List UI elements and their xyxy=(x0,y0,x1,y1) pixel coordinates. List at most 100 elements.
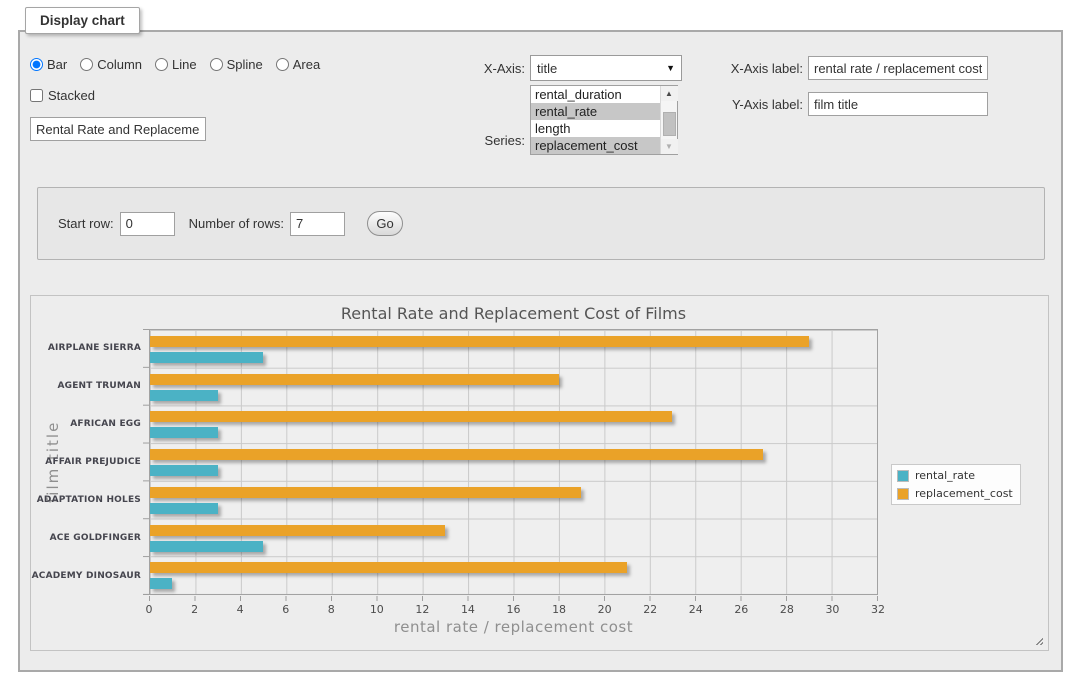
series-options: rental_durationrental_ratelengthreplacem… xyxy=(531,86,660,154)
number-of-rows-label: Number of rows: xyxy=(189,216,284,231)
x-tick-label: 12 xyxy=(415,603,429,616)
chart-type-label: Line xyxy=(172,57,197,72)
x-axis-label-field-label: X-Axis label: xyxy=(690,61,803,76)
legend-label: replacement_cost xyxy=(915,487,1013,500)
series-option-length[interactable]: length xyxy=(531,120,660,137)
plot-row xyxy=(150,368,877,406)
chart-type-label: Column xyxy=(97,57,142,72)
category-label: AGENT TRUMAN xyxy=(39,367,141,405)
chart-type-radio-group: Bar Column Line Spline Area xyxy=(30,57,329,72)
plot-row xyxy=(150,556,877,594)
fieldset-legend-text: Display chart xyxy=(40,13,125,28)
chart-type-radio-line[interactable] xyxy=(155,58,168,71)
go-button[interactable]: Go xyxy=(367,211,403,236)
x-tick-label: 16 xyxy=(507,603,521,616)
bar-rental_rate xyxy=(150,390,218,401)
plot-row xyxy=(150,481,877,519)
x-axis-label-input[interactable] xyxy=(808,56,988,80)
scroll-up-icon[interactable]: ▲ xyxy=(661,86,678,101)
chart-type-option-column[interactable]: Column xyxy=(80,57,142,72)
series-scrollbar[interactable]: ▲ ▼ xyxy=(660,86,677,154)
y-axis-label-input[interactable] xyxy=(808,92,988,116)
series-option-rental_rate[interactable]: rental_rate xyxy=(531,103,660,120)
chart-title-input[interactable] xyxy=(30,117,206,141)
chart-type-radio-bar[interactable] xyxy=(30,58,43,71)
x-axis-ticks xyxy=(149,596,878,601)
bar-rental_rate xyxy=(150,503,218,514)
bar-replacement_cost xyxy=(150,411,672,422)
legend-label: rental_rate xyxy=(915,469,975,482)
bar-replacement_cost xyxy=(150,336,809,347)
scrollbar-thumb[interactable] xyxy=(663,112,676,136)
x-tick-label: 32 xyxy=(871,603,885,616)
legend-swatch-icon xyxy=(897,470,909,482)
x-tick-label: 26 xyxy=(734,603,748,616)
x-tick-label: 22 xyxy=(643,603,657,616)
x-tick-label: 28 xyxy=(780,603,794,616)
chart-type-radio-spline[interactable] xyxy=(210,58,223,71)
dropdown-arrow-icon: ▼ xyxy=(666,63,675,73)
x-tick-label: 10 xyxy=(370,603,384,616)
bar-replacement_cost xyxy=(150,374,559,385)
x-tick-label: 14 xyxy=(461,603,475,616)
bar-rental_rate xyxy=(150,541,263,552)
chart-type-radio-column[interactable] xyxy=(80,58,93,71)
category-label: AFRICAN EGG xyxy=(39,405,141,443)
x-tick-label: 18 xyxy=(552,603,566,616)
bar-replacement_cost xyxy=(150,562,627,573)
category-label: AFFAIR PREJUDICE xyxy=(39,443,141,481)
scroll-down-icon[interactable]: ▼ xyxy=(661,139,678,154)
plot-row xyxy=(150,405,877,443)
series-field-label: Series: xyxy=(425,133,525,148)
x-tick-label: 20 xyxy=(598,603,612,616)
chart-type-option-line[interactable]: Line xyxy=(155,57,197,72)
plot-row xyxy=(150,519,877,557)
chart-type-radio-area[interactable] xyxy=(276,58,289,71)
category-label: ACE GOLDFINGER xyxy=(39,519,141,557)
legend-swatch-icon xyxy=(897,488,909,500)
bar-rental_rate xyxy=(150,352,263,363)
start-row-input[interactable] xyxy=(120,212,175,236)
x-tick-label: 4 xyxy=(237,603,244,616)
bar-replacement_cost xyxy=(150,449,763,460)
chart-type-option-area[interactable]: Area xyxy=(276,57,320,72)
category-label: AIRPLANE SIERRA xyxy=(39,329,141,367)
x-tick-label: 30 xyxy=(825,603,839,616)
legend-entry-rental_rate: rental_rate xyxy=(897,469,1013,482)
chart-container: Rental Rate and Replacement Cost of Film… xyxy=(30,295,1049,651)
series-listbox[interactable]: rental_durationrental_ratelengthreplacem… xyxy=(530,85,678,155)
bar-replacement_cost xyxy=(150,525,445,536)
chart-legend: rental_rate replacement_cost xyxy=(891,464,1021,505)
x-tick-label: 0 xyxy=(146,603,153,616)
chart-title: Rental Rate and Replacement Cost of Film… xyxy=(149,304,878,323)
x-axis-field-label: X-Axis: xyxy=(425,61,525,76)
chart-type-label: Spline xyxy=(227,57,263,72)
x-axis-select[interactable]: title ▼ xyxy=(530,55,682,81)
x-axis-tick-labels: 02468101214161820222426283032 xyxy=(149,603,878,616)
scrollbar-track[interactable] xyxy=(661,101,678,139)
series-option-rental_duration[interactable]: rental_duration xyxy=(531,86,660,103)
plot-row xyxy=(150,330,877,368)
bar-rental_rate xyxy=(150,578,172,589)
bar-rental_rate xyxy=(150,465,218,476)
stacked-checkbox[interactable] xyxy=(30,89,43,102)
number-of-rows-input[interactable] xyxy=(290,212,345,236)
x-tick-label: 8 xyxy=(328,603,335,616)
stacked-checkbox-row[interactable]: Stacked xyxy=(30,88,95,103)
chart-type-label: Bar xyxy=(47,57,67,72)
legend-entry-replacement_cost: replacement_cost xyxy=(897,487,1013,500)
series-option-replacement_cost[interactable]: replacement_cost xyxy=(531,137,660,154)
chart-type-option-bar[interactable]: Bar xyxy=(30,57,67,72)
x-tick-label: 2 xyxy=(191,603,198,616)
x-axis-select-value: title xyxy=(537,61,666,76)
resize-handle-icon[interactable] xyxy=(1033,635,1043,645)
bar-replacement_cost xyxy=(150,487,581,498)
chart-type-label: Area xyxy=(293,57,320,72)
chart-type-option-spline[interactable]: Spline xyxy=(210,57,263,72)
page: Display chart Bar Column Line Spline Area St… xyxy=(0,0,1081,681)
y-axis-label-field-label: Y-Axis label: xyxy=(690,97,803,112)
start-row-label: Start row: xyxy=(58,216,114,231)
x-axis-title: rental rate / replacement cost xyxy=(149,618,878,636)
category-label: ADAPTATION HOLES xyxy=(39,481,141,519)
bar-rental_rate xyxy=(150,427,218,438)
